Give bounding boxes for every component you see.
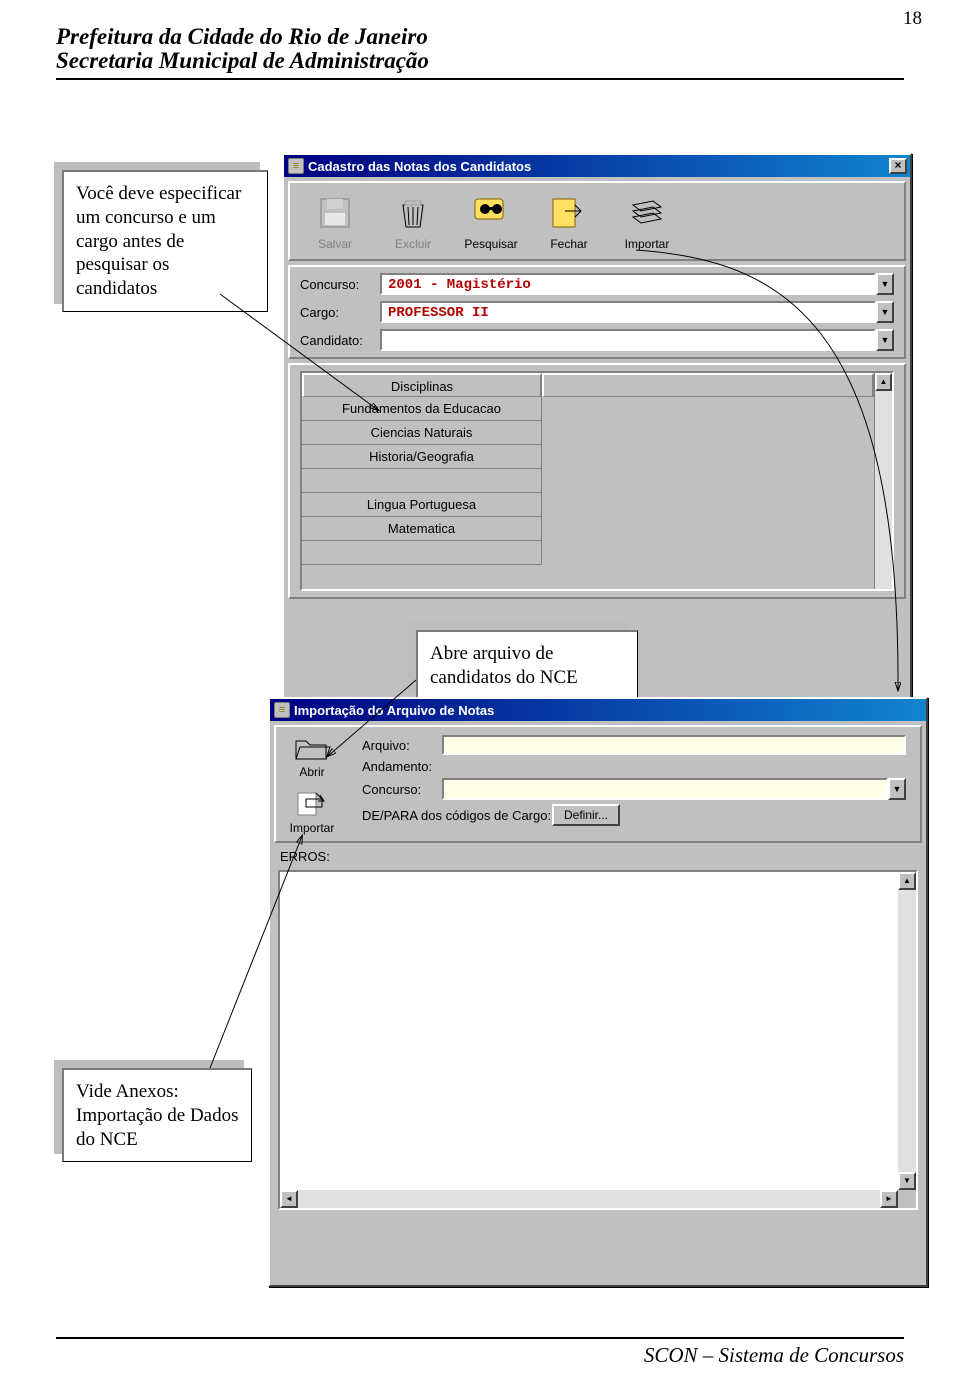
andamento-label: Andamento:	[362, 759, 442, 774]
window-title: Cadastro das Notas dos Candidatos	[308, 159, 887, 174]
cargo-combo[interactable]: PROFESSOR II ▼	[380, 301, 894, 323]
exit-icon	[547, 191, 591, 235]
abrir-label: Abrir	[280, 765, 344, 779]
grid-cell[interactable]: Historia/Geografia	[302, 445, 542, 469]
candidato-combo[interactable]: ▼	[380, 329, 894, 351]
excluir-label: Excluir	[378, 237, 448, 251]
grid-cell[interactable]: Ciencias Naturais	[302, 421, 542, 445]
arquivo-input[interactable]	[442, 735, 906, 755]
scroll-up-icon[interactable]: ▲	[898, 872, 916, 890]
callout-vide-anexos: Vide Anexos: Importação de Dados do NCE	[62, 1068, 252, 1162]
salvar-button[interactable]: Salvar	[300, 191, 370, 251]
header-rule	[56, 78, 904, 80]
scroll-left-icon[interactable]: ◄	[280, 1190, 298, 1208]
scrollbar-vertical[interactable]: ▲	[874, 373, 892, 589]
candidato-value	[380, 329, 876, 351]
search-icon	[469, 191, 513, 235]
grid-cell[interactable]: Lingua Portuguesa	[302, 493, 542, 517]
erros-label: ERROS:	[280, 849, 916, 864]
chevron-down-icon[interactable]: ▼	[876, 329, 894, 351]
concurso-label: Concurso:	[300, 277, 380, 292]
abrir-button[interactable]: Abrir	[280, 733, 344, 779]
salvar-label: Salvar	[300, 237, 370, 251]
callout-abre-arquivo: Abre arquivo de candidatos do NCE	[416, 630, 638, 701]
app-icon: ≡	[288, 158, 304, 174]
grid-header: Disciplinas	[302, 373, 542, 397]
header-line2: Secretaria Municipal de Administração	[56, 48, 904, 74]
footer-text: SCON – Sistema de Concursos	[56, 1343, 904, 1368]
grid-cell[interactable]: Matematica	[302, 517, 542, 541]
arquivo-label: Arquivo:	[362, 738, 442, 753]
excluir-button[interactable]: Excluir	[378, 191, 448, 251]
definir-button[interactable]: Definir...	[552, 804, 620, 826]
concurso-combo[interactable]: 2001 - Magistério ▼	[380, 273, 894, 295]
scroll-up-icon[interactable]: ▲	[875, 373, 892, 391]
window-title: Importação do Arquivo de Notas	[294, 703, 923, 718]
callout-specify: Você deve especificar um concurso e um c…	[62, 170, 268, 312]
document-header: Prefeitura da Cidade do Rio de Janeiro S…	[56, 24, 904, 80]
importar-label: Importar	[612, 237, 682, 251]
scrollbar-horizontal[interactable]: ◄ ►	[280, 1190, 898, 1208]
concurso-value: 2001 - Magistério	[380, 273, 876, 295]
window-importacao: ≡ Importação do Arquivo de Notas Abrir I…	[268, 697, 928, 1287]
close-icon[interactable]: ×	[889, 158, 907, 174]
grid-cell[interactable]: Fundamentos da Educacao	[302, 397, 542, 421]
concurso2-label: Concurso:	[362, 782, 442, 797]
save-icon	[313, 191, 357, 235]
window-cadastro-notas: ≡ Cadastro das Notas dos Candidatos × Sa…	[282, 153, 912, 713]
footer: SCON – Sistema de Concursos	[56, 1337, 904, 1368]
fechar-label: Fechar	[534, 237, 604, 251]
cargo-label: Cargo:	[300, 305, 380, 320]
depara-label: DE/PARA dos códigos de Cargo:	[362, 808, 552, 823]
import-file-icon	[292, 789, 332, 819]
disciplinas-grid: Disciplinas Fundamentos da Educacao Cien…	[300, 371, 894, 591]
import-stack-icon	[625, 191, 669, 235]
importar-button[interactable]: Importar	[612, 191, 682, 251]
concurso2-combo[interactable]: ▼	[442, 778, 906, 800]
scroll-right-icon[interactable]: ►	[880, 1190, 898, 1208]
importar-button[interactable]: Importar	[280, 789, 344, 835]
candidato-label: Candidato:	[300, 333, 380, 348]
app-icon: ≡	[274, 702, 290, 718]
scrollbar-vertical[interactable]: ▲ ▼	[898, 872, 916, 1190]
pesquisar-button[interactable]: Pesquisar	[456, 191, 526, 251]
page-number: 18	[903, 8, 922, 30]
importar-label: Importar	[280, 821, 344, 835]
folder-open-icon	[292, 733, 332, 763]
chevron-down-icon[interactable]: ▼	[876, 273, 894, 295]
trash-icon	[391, 191, 435, 235]
pesquisar-label: Pesquisar	[456, 237, 526, 251]
grid-cell[interactable]	[302, 541, 542, 565]
erros-textarea[interactable]: ▲ ▼ ◄ ►	[278, 870, 918, 1210]
scroll-down-icon[interactable]: ▼	[898, 1172, 916, 1190]
titlebar-cadastro: ≡ Cadastro das Notas dos Candidatos ×	[284, 155, 910, 177]
fechar-button[interactable]: Fechar	[534, 191, 604, 251]
titlebar-importacao: ≡ Importação do Arquivo de Notas	[270, 699, 926, 721]
chevron-down-icon[interactable]: ▼	[888, 778, 906, 800]
cargo-value: PROFESSOR II	[380, 301, 876, 323]
chevron-down-icon[interactable]: ▼	[876, 301, 894, 323]
grid-cell[interactable]	[302, 469, 542, 493]
header-line1: Prefeitura da Cidade do Rio de Janeiro	[56, 24, 904, 50]
toolbar: Salvar Excluir Pesquisar Fechar	[290, 183, 904, 259]
